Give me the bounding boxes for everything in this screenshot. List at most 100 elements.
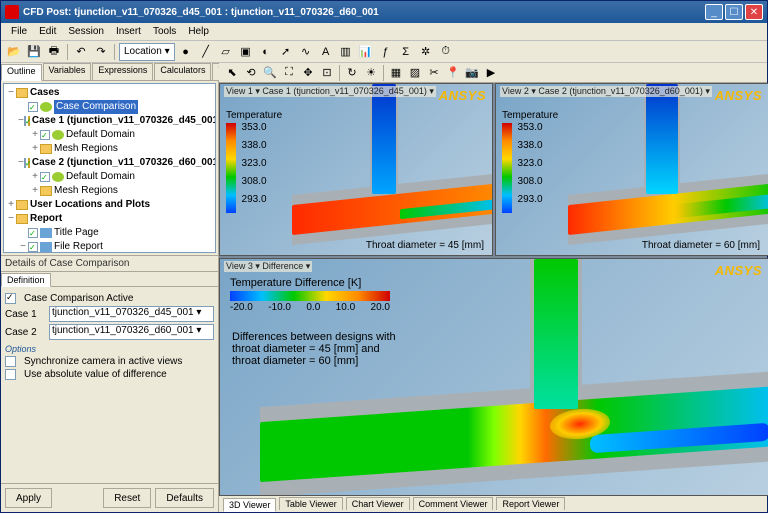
undo-icon[interactable]: ↶ [72,43,90,61]
left-tabstrip: Outline Variables Expressions Calculator… [1,63,218,81]
page-icon [40,228,52,238]
checkbox-cc-active[interactable] [5,293,16,304]
tab-outline[interactable]: Outline [1,64,42,81]
menu-file[interactable]: File [5,26,33,37]
tab-reportviewer[interactable]: Report Viewer [496,497,565,510]
checkbox-sync[interactable] [5,356,16,367]
views-grid: View 1 ▾ Case 1 (tjunction_v11_070326_d4… [219,83,767,494]
clip-icon[interactable]: ✂ [425,64,443,82]
fit-icon[interactable]: ⊡ [318,64,336,82]
timer-icon[interactable]: ⏱ [437,43,455,61]
view2[interactable]: View 2 ▾ Case 2 (tjunction_v11_070326_d6… [495,83,768,256]
save-icon[interactable]: 💾 [25,43,43,61]
chart-icon[interactable]: 📊 [357,43,375,61]
streamline-icon[interactable]: ∿ [297,43,315,61]
tab-variables[interactable]: Variables [43,63,92,80]
turbo-icon[interactable]: ✲ [417,43,435,61]
redo-icon[interactable]: ↷ [92,43,110,61]
tree-titlepage[interactable]: Title Page [54,226,99,240]
tab-calculators[interactable]: Calculators [154,63,211,80]
checkbox-icon[interactable] [28,242,38,252]
cc-active-label: Case Comparison Active [24,293,134,304]
open-icon[interactable]: 📂 [5,43,23,61]
tab-commentviewer[interactable]: Comment Viewer [413,497,494,510]
tree-userloc[interactable]: User Locations and Plots [30,198,150,212]
tree-report[interactable]: Report [30,212,62,226]
view3[interactable]: View 3 ▾ Difference ▾ ANSYS Temperature … [219,258,768,496]
contour-icon[interactable]: ◐ [257,43,275,61]
outline-tree[interactable]: −Cases Case Comparison −Case 1 (tjunctio… [3,83,216,253]
tree-domain[interactable]: Default Domain [66,170,135,184]
checkbox-icon[interactable] [24,116,26,126]
refresh-icon[interactable]: ↻ [343,64,361,82]
menu-help[interactable]: Help [182,26,215,37]
tab-definition[interactable]: Definition [1,273,51,287]
view1-label[interactable]: View 1 ▾ Case 1 (tjunction_v11_070326_d4… [224,86,436,97]
print-icon[interactable]: 🖶 [45,43,63,61]
point-icon[interactable]: ● [177,43,195,61]
app-window: CFD Post: tjunction_v11_070326_d45_001 :… [0,0,768,513]
tab-expressions[interactable]: Expressions [92,63,153,80]
tab-chartviewer[interactable]: Chart Viewer [346,497,410,510]
tab-tableviewer[interactable]: Table Viewer [279,497,342,510]
separator [114,44,115,60]
volume-icon[interactable]: ▣ [237,43,255,61]
wireframe-icon[interactable]: ▦ [387,64,405,82]
case2-label: Case 2 [5,327,45,338]
play-icon[interactable]: ▶ [482,64,500,82]
menubar: File Edit Session Insert Tools Help [1,23,767,41]
pan-icon[interactable]: ✥ [299,64,317,82]
checkbox-icon[interactable] [28,228,38,238]
calc-icon[interactable]: Σ [397,43,415,61]
cursor-icon[interactable]: ⬉ [223,64,241,82]
checkbox-icon[interactable] [40,172,50,182]
case2-select[interactable]: tjunction_v11_070326_d60_001 ▾ [49,324,214,340]
minimize-button[interactable]: _ [705,4,723,20]
apply-button[interactable]: Apply [5,488,52,508]
checkbox-icon[interactable] [24,158,26,168]
tree-case2[interactable]: Case 2 (tjunction_v11_070326_d60_001) [32,156,216,170]
menu-tools[interactable]: Tools [147,26,182,37]
tab-3dviewer[interactable]: 3D Viewer [223,498,276,512]
window-controls: _ ☐ ✕ [705,4,763,20]
maximize-button[interactable]: ☐ [725,4,743,20]
view3-label[interactable]: View 3 ▾ Difference ▾ [224,261,312,272]
checkbox-icon[interactable] [28,102,38,112]
camera-icon[interactable]: 📷 [463,64,481,82]
zoombox-icon[interactable]: ⛶ [280,64,298,82]
tree-mesh[interactable]: Mesh Regions [54,142,118,156]
case-icon [40,102,52,112]
legend-icon[interactable]: ▥ [337,43,355,61]
zoom-icon[interactable]: 🔍 [261,64,279,82]
probe-icon[interactable]: 📍 [444,64,462,82]
fx-icon[interactable]: ƒ [377,43,395,61]
tree-case-comparison[interactable]: Case Comparison [54,100,138,114]
view1[interactable]: View 1 ▾ Case 1 (tjunction_v11_070326_d4… [219,83,493,256]
line-icon[interactable]: ╱ [197,43,215,61]
menu-insert[interactable]: Insert [110,26,147,37]
defaults-button[interactable]: Defaults [155,488,214,508]
checkbox-icon[interactable] [40,130,50,140]
checkbox-absval[interactable] [5,369,16,380]
tree-mesh[interactable]: Mesh Regions [54,184,118,198]
domain-icon [52,172,64,182]
highlight-icon[interactable]: ☀ [362,64,380,82]
rotate-icon[interactable]: ⟲ [242,64,260,82]
tree-domain[interactable]: Default Domain [66,128,135,142]
close-button[interactable]: ✕ [745,4,763,20]
tree-filereport[interactable]: File Report [54,240,103,253]
case1-select[interactable]: tjunction_v11_070326_d45_001 ▾ [49,306,214,322]
tree-case1[interactable]: Case 1 (tjunction_v11_070326_d45_001) [32,114,216,128]
plane-icon[interactable]: ▱ [217,43,235,61]
titlebar: CFD Post: tjunction_v11_070326_d45_001 :… [1,1,767,23]
location-dropdown[interactable]: Location ▾ [119,43,175,61]
menu-session[interactable]: Session [62,26,110,37]
shaded-icon[interactable]: ▨ [406,64,424,82]
text-icon[interactable]: A [317,43,335,61]
bottom-tabs: 3D Viewer Table Viewer Chart Viewer Comm… [219,494,767,512]
view2-label[interactable]: View 2 ▾ Case 2 (tjunction_v11_070326_d6… [500,86,712,97]
vector-icon[interactable]: ➚ [277,43,295,61]
menu-edit[interactable]: Edit [33,26,62,37]
reset-button[interactable]: Reset [103,488,151,508]
tree-cases[interactable]: Cases [30,86,59,100]
